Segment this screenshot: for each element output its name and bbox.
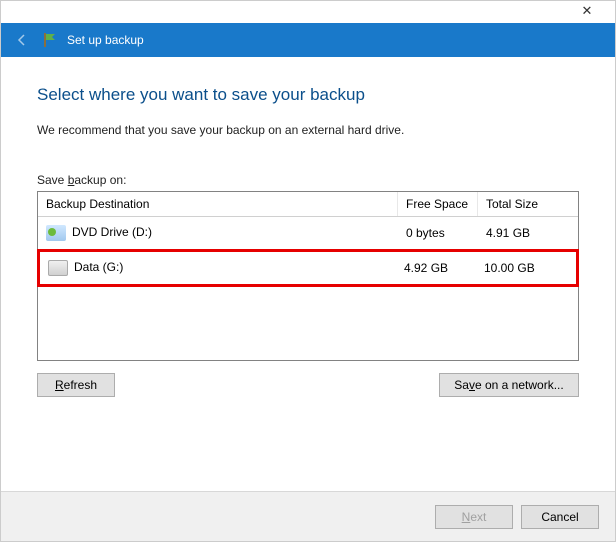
- col-header-total[interactable]: Total Size: [478, 192, 578, 216]
- drive-total-size: 10.00 GB: [476, 259, 576, 277]
- drive-free-space: 0 bytes: [398, 224, 478, 242]
- drive-free-space: 4.92 GB: [396, 259, 476, 277]
- drive-total-size: 4.91 GB: [478, 224, 578, 242]
- dvd-drive-icon: [46, 225, 66, 241]
- next-button[interactable]: Next: [435, 505, 513, 529]
- drive-name: DVD Drive (D:): [72, 225, 152, 239]
- save-backup-label: Save backup on:: [37, 173, 579, 187]
- bottom-bar: Next Cancel: [1, 491, 615, 541]
- drive-list-header: Backup Destination Free Space Total Size: [38, 192, 578, 217]
- col-header-destination[interactable]: Backup Destination: [38, 192, 398, 216]
- drive-row[interactable]: DVD Drive (D:) 0 bytes4.91 GB: [38, 217, 578, 249]
- backup-flag-icon: [41, 31, 59, 49]
- cancel-button[interactable]: Cancel: [521, 505, 599, 529]
- back-arrow-icon[interactable]: [13, 31, 31, 49]
- titlebar: Set up backup: [1, 23, 615, 57]
- col-header-free[interactable]: Free Space: [398, 192, 478, 216]
- page-heading: Select where you want to save your backu…: [37, 85, 579, 105]
- window-title: Set up backup: [67, 33, 144, 47]
- drive-row[interactable]: Data (G:) 4.92 GB10.00 GB: [37, 249, 579, 287]
- refresh-button[interactable]: Refresh: [37, 373, 115, 397]
- drive-list: Backup Destination Free Space Total Size…: [37, 191, 579, 361]
- drive-name: Data (G:): [74, 260, 123, 274]
- hard-drive-icon: [48, 260, 68, 276]
- save-on-network-button[interactable]: Save on a network...: [439, 373, 579, 397]
- recommendation-text: We recommend that you save your backup o…: [37, 123, 579, 137]
- close-button[interactable]: ✕: [567, 3, 607, 23]
